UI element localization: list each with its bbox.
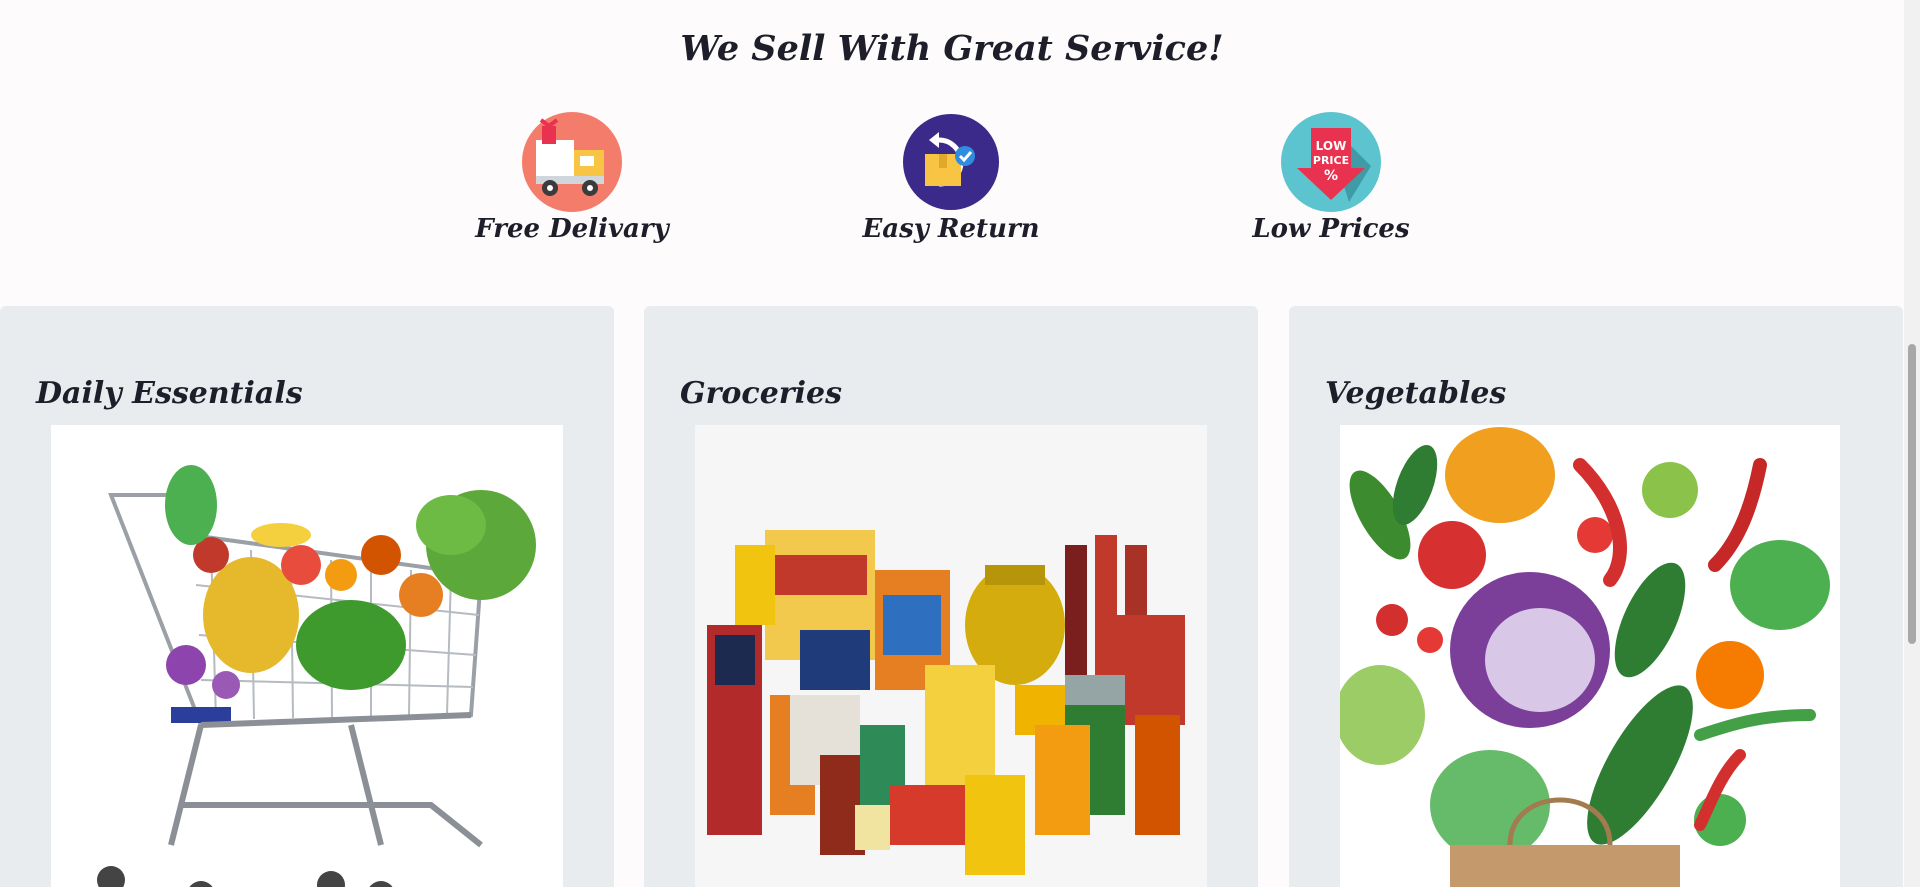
service-heading: We Sell With Great Service! — [680, 28, 1224, 69]
low-price-badge-line-2: PRICE — [1313, 154, 1349, 167]
service-label-delivery: Free Delivary — [475, 214, 669, 244]
vegetables-illustration — [1340, 427, 1830, 887]
service-free-delivery: Free Delivary — [472, 110, 672, 244]
category-card-daily-essentials[interactable]: Daily Essentials — [0, 306, 614, 887]
groceries-illustration — [707, 530, 1185, 875]
groceries-image[interactable] — [695, 425, 1207, 887]
service-label-return: Easy Return — [862, 214, 1040, 244]
shopping-cart-illustration — [97, 465, 536, 887]
service-low-prices: LOW PRICE % Low Prices — [1231, 110, 1431, 244]
category-title: Vegetables — [1325, 376, 1507, 411]
low-price-badge-line-1: LOW — [1316, 139, 1347, 153]
category-card-vegetables[interactable]: Vegetables — [1289, 306, 1903, 887]
page: We Sell With Great Service! Free Delivar… — [0, 0, 1920, 887]
low-price-badge-line-3: % — [1324, 168, 1338, 184]
category-title: Daily Essentials — [36, 376, 303, 411]
delivery-truck-icon — [522, 112, 622, 212]
vegetables-image[interactable] — [1340, 425, 1840, 887]
category-title: Groceries — [680, 376, 842, 411]
category-card-groceries[interactable]: Groceries — [644, 306, 1258, 887]
low-price-tag-icon: LOW PRICE % — [1281, 112, 1381, 212]
service-label-prices: Low Prices — [1252, 214, 1410, 244]
scrollbar-thumb[interactable] — [1908, 344, 1916, 644]
return-box-icon — [903, 114, 999, 210]
shopping-cart-image[interactable] — [51, 425, 563, 887]
service-easy-return: Easy Return — [851, 110, 1051, 244]
vertical-scrollbar[interactable] — [1904, 0, 1920, 887]
